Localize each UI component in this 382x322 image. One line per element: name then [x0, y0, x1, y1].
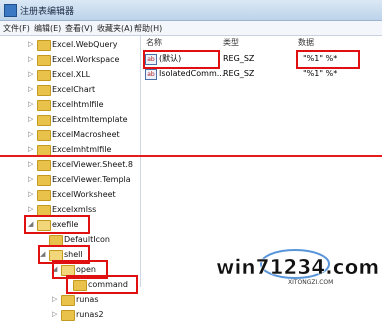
highlight-default-name — [143, 50, 220, 69]
watermark-logo-icon: win71234.com XITONGZI.COM — [216, 249, 379, 286]
menu-file[interactable]: 文件(F) — [3, 23, 30, 34]
menu-edit[interactable]: 编辑(E) — [34, 23, 61, 34]
folder-icon — [37, 160, 51, 171]
folder-icon — [37, 85, 51, 96]
folder-icon — [37, 100, 51, 111]
title-bar: 注册表编辑器 — [0, 0, 382, 21]
red-divider-line — [0, 155, 382, 157]
expand-arrow-icon[interactable]: ▷ — [28, 157, 36, 172]
expand-arrow-icon[interactable]: ▷ — [28, 97, 36, 112]
expand-arrow-icon[interactable]: ▷ — [28, 52, 36, 67]
expand-arrow-icon[interactable]: ▷ — [52, 307, 60, 322]
expand-arrow-icon[interactable]: ▷ — [28, 82, 36, 97]
window-title: 注册表编辑器 — [20, 7, 75, 17]
expand-arrow-icon[interactable]: ▷ — [28, 172, 36, 187]
expand-arrow-icon[interactable]: ▷ — [28, 112, 36, 127]
registry-tree[interactable]: ▷ Excel.WebQuery ▷ Excel.Workspace ▷ Exc… — [0, 36, 141, 321]
folder-icon — [61, 310, 75, 321]
watermark-subtext: XITONGZI.COM — [288, 279, 333, 286]
highlight-command — [66, 275, 138, 294]
expand-arrow-icon[interactable]: ▷ — [28, 67, 36, 82]
value-data: "%1" %* — [303, 69, 338, 78]
value-type: REG_SZ — [223, 69, 255, 78]
menu-view[interactable]: 查看(V) — [65, 23, 93, 34]
highlight-default-data — [296, 50, 360, 69]
folder-icon — [37, 70, 51, 81]
expand-arrow-icon[interactable]: ▷ — [28, 127, 36, 142]
column-name-header[interactable]: 名称 — [146, 36, 162, 50]
value-name: IsolatedComm... — [159, 69, 225, 78]
folder-icon — [37, 55, 51, 66]
folder-icon — [37, 130, 51, 141]
folder-icon — [37, 40, 51, 51]
menu-bar: 文件(F) 编辑(E) 查看(V) 收藏夹(A) 帮助(H) — [0, 21, 382, 36]
watermark: win71234.com XITONGZI.COM — [200, 238, 380, 286]
folder-icon — [37, 190, 51, 201]
highlight-exefile — [24, 215, 90, 234]
expand-arrow-icon[interactable]: ▷ — [28, 187, 36, 202]
value-row-isolated[interactable]: ab IsolatedComm... REG_SZ "%1" %* — [141, 67, 382, 81]
folder-icon — [61, 295, 75, 306]
watermark-text: win71234.com — [216, 255, 379, 279]
folder-icon — [37, 115, 51, 126]
column-data-header[interactable]: 数据 — [298, 36, 314, 50]
regedit-app-icon — [4, 4, 17, 17]
folder-icon — [37, 175, 51, 186]
menu-help[interactable]: 帮助(H) — [134, 23, 162, 34]
string-value-icon: ab — [145, 69, 157, 80]
expand-arrow-icon[interactable]: ▷ — [28, 37, 36, 52]
column-type-header[interactable]: 类型 — [223, 36, 239, 50]
menu-favorites[interactable]: 收藏夹(A) — [97, 23, 133, 34]
expand-arrow-icon[interactable]: ▷ — [52, 292, 60, 307]
value-type: REG_SZ — [223, 54, 255, 63]
